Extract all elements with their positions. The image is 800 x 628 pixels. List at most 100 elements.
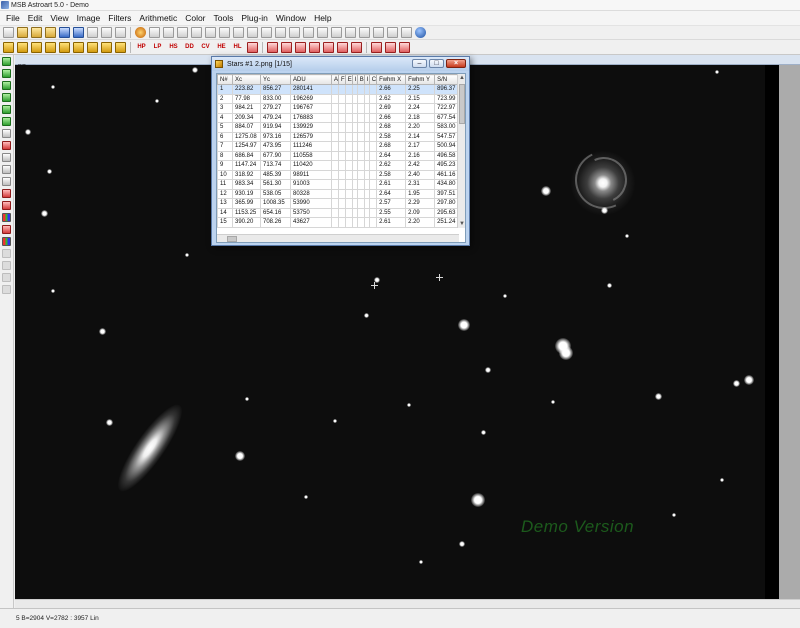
menu-window[interactable]: Window [276, 13, 306, 23]
filter-slot-icon[interactable] [73, 41, 84, 53]
save-icon[interactable] [59, 27, 70, 38]
table-row[interactable]: 12 930.19 538.05 80328 2.64 1.95 397.51 [217, 188, 464, 199]
channel-2-icon[interactable] [2, 69, 11, 78]
redo-icon[interactable] [149, 27, 160, 38]
channel-4-icon[interactable] [2, 93, 11, 102]
table-row[interactable]: 4 209.34 479.24 176883 2.66 2.18 677.54 [217, 112, 464, 123]
help-icon[interactable] [415, 27, 426, 38]
levels-icon[interactable] [191, 27, 202, 38]
stars-window-titlebar[interactable]: Stars #1 2.png [1/15] – □ × [212, 57, 469, 71]
scroll-down-icon[interactable]: ▼ [458, 220, 465, 228]
graph-icon[interactable] [2, 201, 11, 210]
stack-icon[interactable] [373, 27, 384, 38]
magnifier-icon[interactable] [2, 177, 11, 186]
table-row[interactable]: 8 686.84 677.90 110558 2.64 2.16 496.58 [217, 150, 464, 161]
table-row[interactable]: 13 365.99 1008.35 53990 2.57 2.29 297.80 [217, 198, 464, 209]
filter-slot-icon[interactable] [31, 41, 42, 53]
table-row[interactable]: 3 984.21 279.27 196767 2.69 2.24 722.97 [217, 103, 464, 114]
scroll-thumb[interactable] [227, 236, 237, 242]
align-icon[interactable] [359, 27, 370, 38]
table-row[interactable]: 10 318.92 485.39 98911 2.58 2.40 461.16 [217, 169, 464, 180]
table-row[interactable]: 1 223.82 856.27 280141 2.66 2.25 896.37 [217, 84, 464, 95]
blink-icon[interactable] [387, 27, 398, 38]
column-header[interactable]: Yc [260, 74, 291, 85]
filter-slot-icon[interactable] [59, 41, 70, 53]
menu-file[interactable]: File [6, 13, 20, 23]
highpass-button[interactable]: HP [135, 42, 148, 53]
print-icon[interactable] [87, 27, 98, 38]
menu-image[interactable]: Image [77, 13, 101, 23]
stars-vertical-scrollbar[interactable]: ▲ ▼ [457, 74, 465, 228]
channel-6-icon[interactable] [2, 117, 11, 126]
cascade-icon[interactable] [385, 41, 396, 53]
tile-icon[interactable] [371, 41, 382, 53]
table-row[interactable]: 9 1147.24 713.74 110420 2.62 2.42 495.23 [217, 160, 464, 171]
column-header[interactable]: Fwhm Y [405, 74, 436, 85]
trim-icon[interactable] [351, 41, 362, 53]
hl-button[interactable]: HL [231, 42, 244, 53]
info-icon[interactable] [401, 27, 412, 38]
bin-icon[interactable] [323, 41, 334, 53]
surface-icon[interactable] [331, 27, 342, 38]
rotate-icon[interactable] [267, 41, 278, 53]
zoom-in-icon[interactable] [247, 27, 258, 38]
column-header[interactable]: N# [217, 74, 233, 85]
filter-slot-icon[interactable] [115, 41, 126, 53]
pan-icon[interactable] [289, 27, 300, 38]
line-icon[interactable] [2, 165, 11, 174]
histogram-icon[interactable] [177, 27, 188, 38]
scroll-thumb[interactable] [459, 84, 465, 124]
open-folder-icon[interactable] [17, 27, 28, 38]
scroll-up-icon[interactable]: ▲ [458, 74, 465, 82]
save-all-icon[interactable] [73, 27, 84, 38]
menu-arithmetic[interactable]: Arithmetic [139, 13, 177, 23]
cv-button[interactable]: CV [199, 42, 212, 53]
lowpass-button[interactable]: LP [151, 42, 164, 53]
dd-button[interactable]: DD [183, 42, 196, 53]
marker-icon[interactable] [2, 141, 11, 150]
menu-view[interactable]: View [50, 13, 68, 23]
close-button[interactable]: × [446, 59, 466, 68]
menu-filters[interactable]: Filters [108, 13, 131, 23]
channel-5-icon[interactable] [2, 105, 11, 114]
new-file-icon[interactable] [3, 27, 14, 38]
zoom-fit-icon[interactable] [275, 27, 286, 38]
image-horizontal-scrollbar[interactable] [15, 599, 800, 608]
table-row[interactable]: 5 884.07 919.94 139929 2.68 2.20 583.00 [217, 122, 464, 133]
select-icon[interactable] [2, 189, 11, 198]
menu-edit[interactable]: Edit [28, 13, 43, 23]
column-header[interactable]: C [368, 74, 378, 85]
crop-icon[interactable] [233, 27, 244, 38]
maximize-button[interactable]: □ [429, 59, 444, 68]
channel-3-icon[interactable] [2, 81, 11, 90]
menu-tools[interactable]: Tools [214, 13, 234, 23]
hs-button[interactable]: HS [167, 42, 180, 53]
table-row[interactable]: 14 1153.25 654.16 53750 2.55 2.09 295.63 [217, 207, 464, 218]
curves-icon[interactable] [219, 27, 230, 38]
rgb-icon[interactable] [2, 213, 11, 222]
shift-icon[interactable] [337, 41, 348, 53]
column-header[interactable]: A [330, 74, 340, 85]
open-recent-icon[interactable] [31, 27, 42, 38]
filter-red-icon[interactable] [247, 41, 258, 53]
resize-icon[interactable] [309, 41, 320, 53]
photometry-icon[interactable] [303, 27, 314, 38]
stars-horizontal-scrollbar[interactable] [217, 234, 459, 242]
he-button[interactable]: HE [215, 42, 228, 53]
grid-icon[interactable] [163, 27, 174, 38]
menu-color[interactable]: Color [185, 13, 205, 23]
table-row[interactable]: 6 1275.08 973.16 126579 2.58 2.14 547.57 [217, 131, 464, 142]
table-row[interactable]: 7 1254.97 473.95 111246 2.68 2.17 500.94 [217, 141, 464, 152]
cut-icon[interactable] [101, 27, 112, 38]
table-row[interactable]: 11 983.34 561.30 91003 2.61 2.31 434.80 [217, 179, 464, 190]
column-header[interactable]: B [356, 74, 365, 85]
filter-slot-icon[interactable] [101, 41, 112, 53]
filter-slot-icon[interactable] [45, 41, 56, 53]
column-header[interactable]: Xc [232, 74, 261, 85]
menu-help[interactable]: Help [314, 13, 331, 23]
filter-slot-icon[interactable] [3, 41, 14, 53]
minimize-button[interactable]: – [412, 59, 427, 68]
filter-slot-icon[interactable] [17, 41, 28, 53]
split-icon[interactable] [399, 41, 410, 53]
pointer-icon[interactable] [2, 129, 11, 138]
